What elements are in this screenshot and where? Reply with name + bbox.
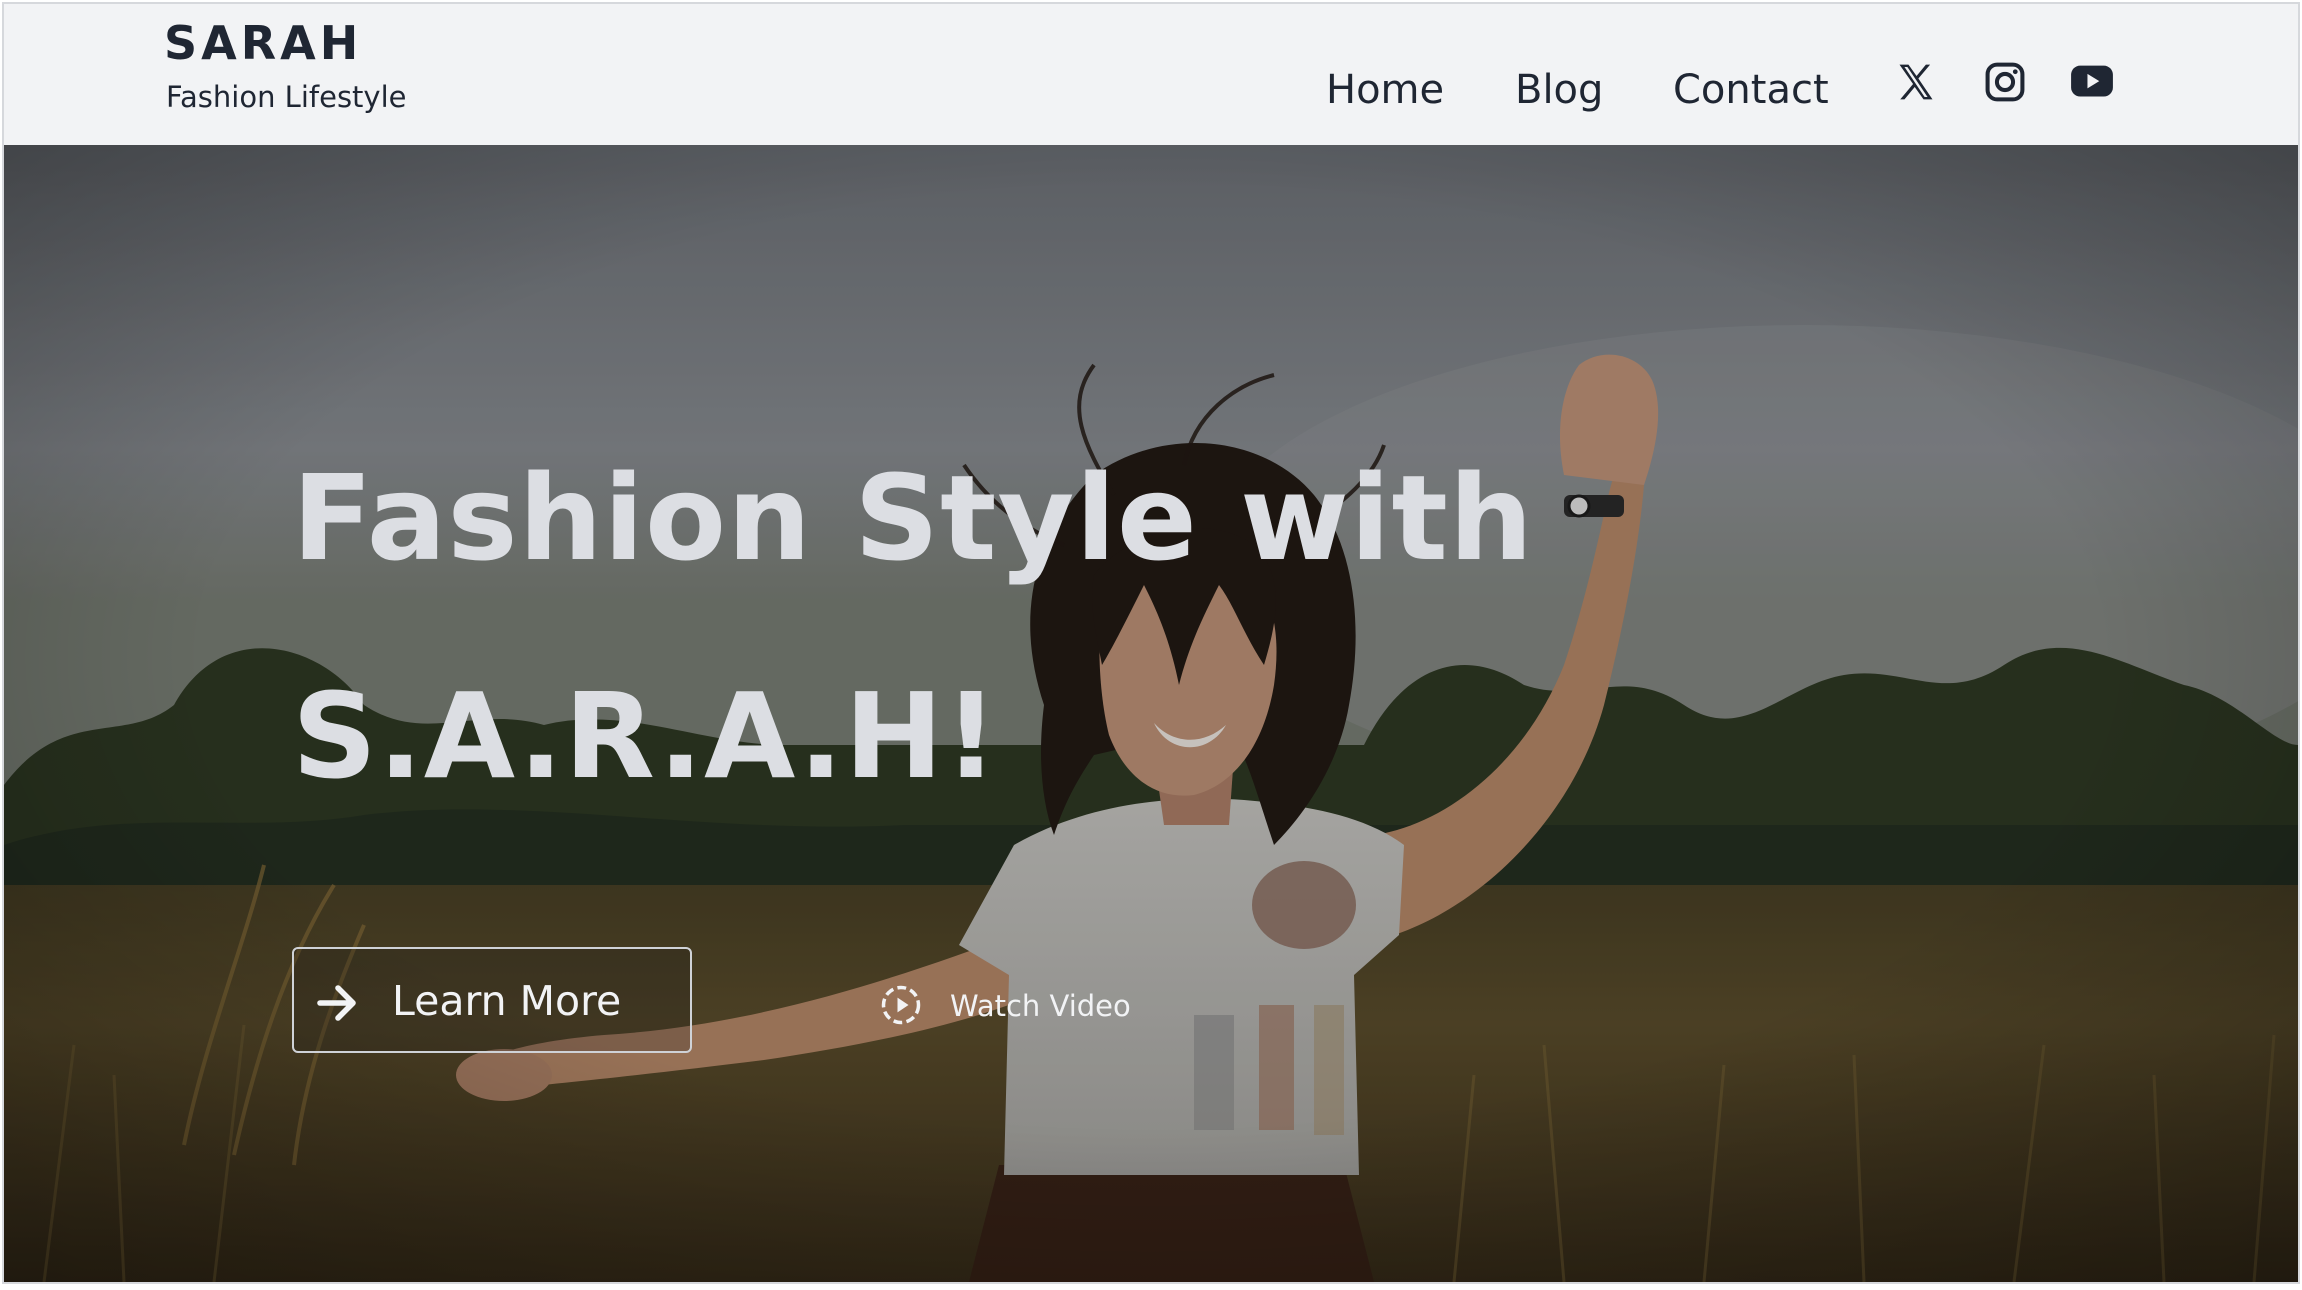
play-circle-icon xyxy=(881,985,921,1025)
hero-heading: Fashion Style with S.A.R.A.H! xyxy=(292,409,1534,845)
x-icon[interactable] xyxy=(1894,60,1938,104)
hero-heading-line-2: S.A.R.A.H! xyxy=(292,667,999,805)
site-header: SARAH Fashion Lifestyle Home Blog Contac… xyxy=(4,4,2298,145)
learn-more-label: Learn More xyxy=(392,977,622,1025)
browser-viewport: SARAH Fashion Lifestyle Home Blog Contac… xyxy=(2,2,2300,1284)
nav-link-contact[interactable]: Contact xyxy=(1673,62,1829,118)
brand-title[interactable]: SARAH xyxy=(164,12,362,74)
watch-video-button[interactable]: Watch Video xyxy=(876,980,1156,1030)
nav-link-home[interactable]: Home xyxy=(1326,62,1444,118)
watch-video-label: Watch Video xyxy=(950,989,1131,1023)
youtube-icon[interactable] xyxy=(2070,62,2114,102)
arrow-right-icon xyxy=(317,985,356,1021)
brand-tagline: Fashion Lifestyle xyxy=(166,80,407,114)
instagram-icon[interactable] xyxy=(1983,60,2027,104)
learn-more-button[interactable]: Learn More xyxy=(292,947,692,1053)
nav-link-blog[interactable]: Blog xyxy=(1515,62,1603,118)
hero-heading-line-1: Fashion Style with xyxy=(292,449,1534,587)
hero-section: Fashion Style with S.A.R.A.H! Learn More… xyxy=(4,145,2298,1282)
